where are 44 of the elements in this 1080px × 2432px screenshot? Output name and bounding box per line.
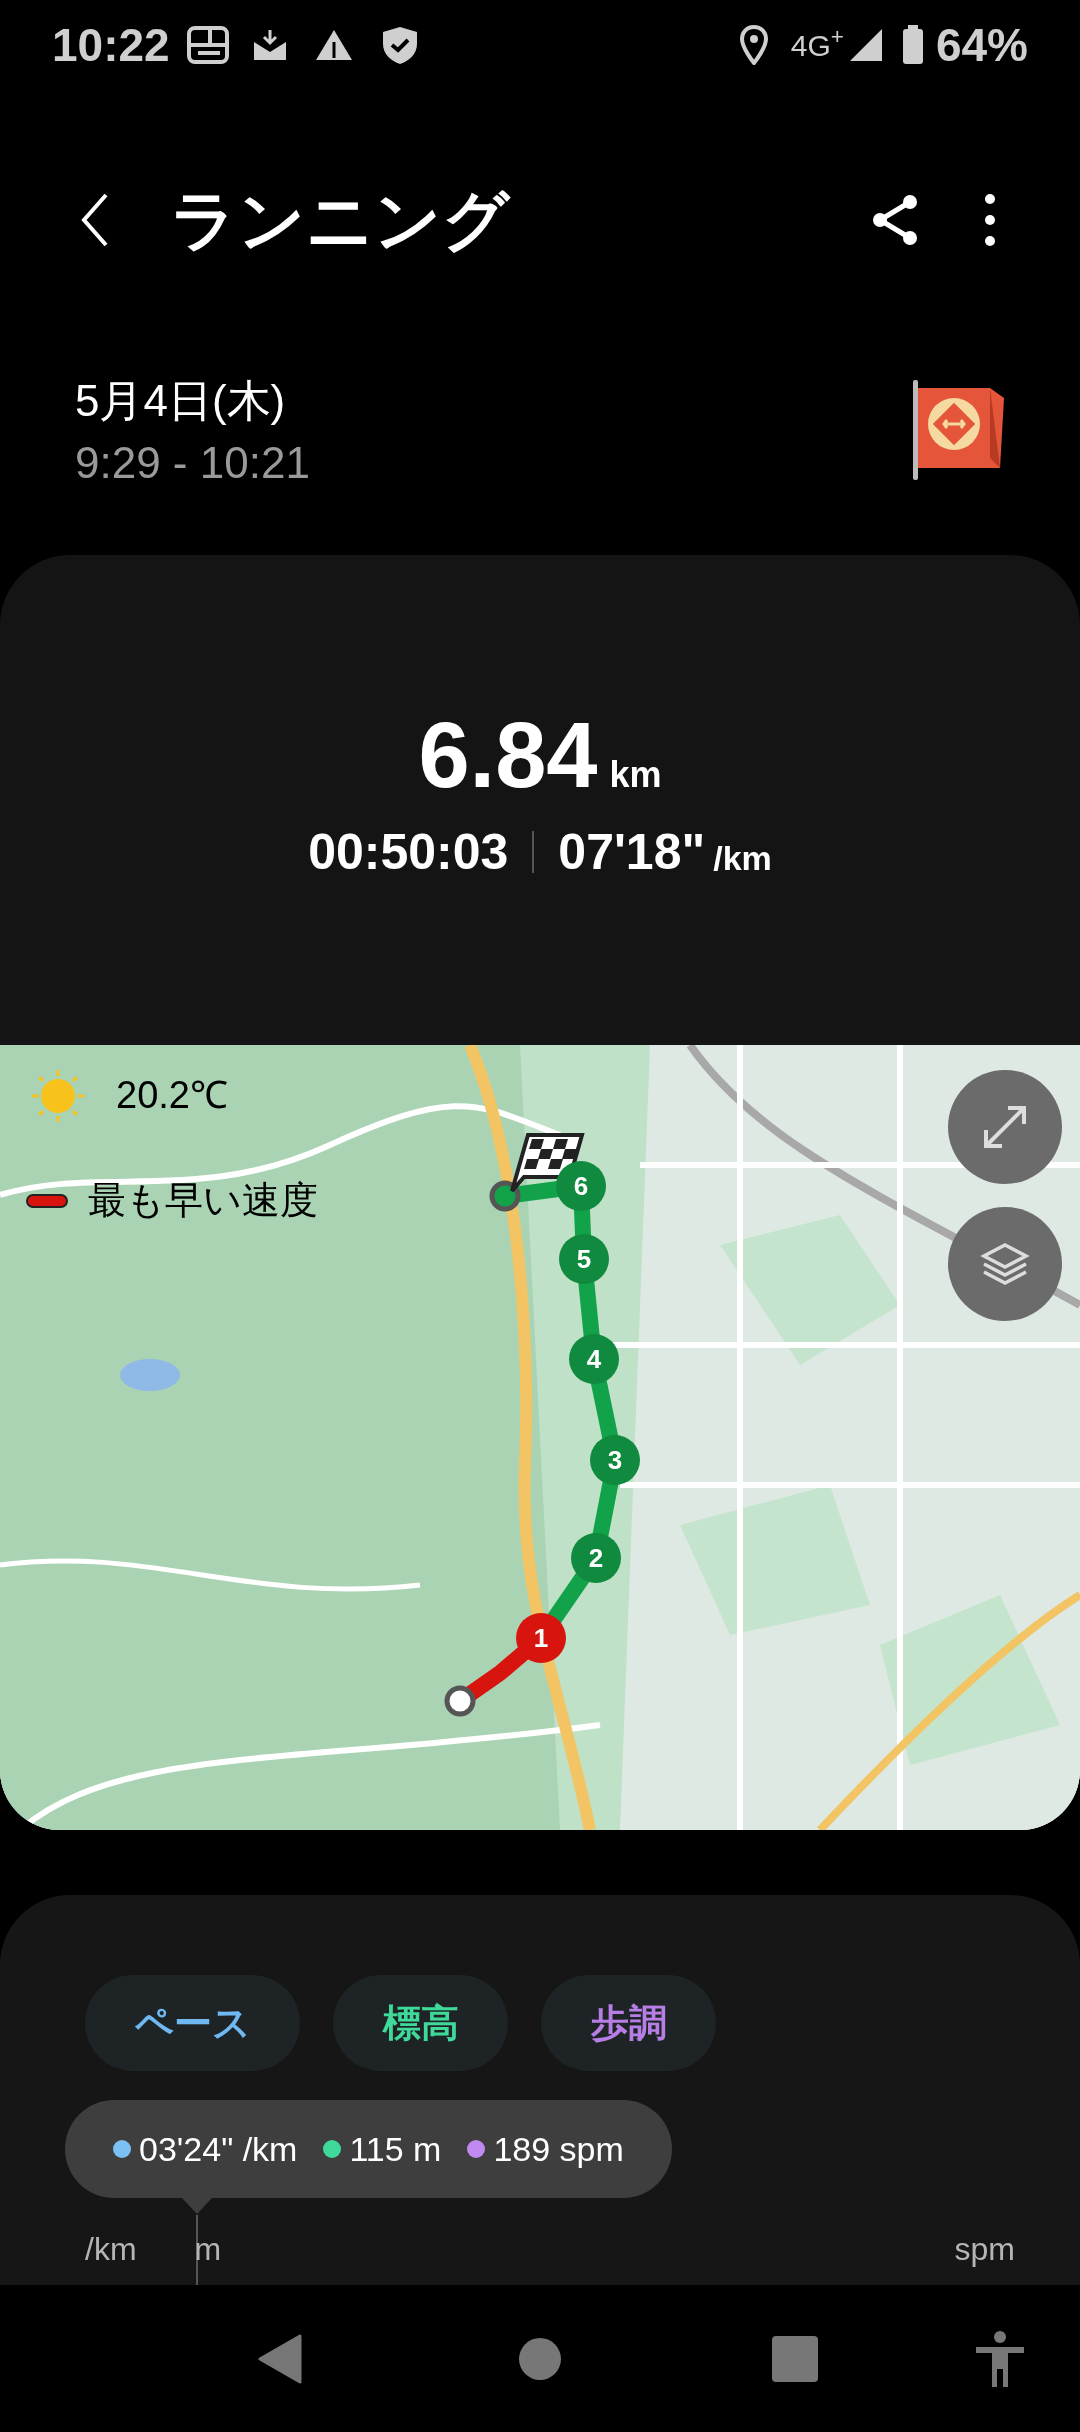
home-circle-icon xyxy=(518,2336,562,2381)
axis-label: /km xyxy=(85,2230,137,2269)
newspaper-icon xyxy=(185,25,230,65)
chart-tab[interactable]: 歩調 xyxy=(541,1975,716,2071)
start-point xyxy=(444,1685,476,1717)
temperature: 20.2℃ xyxy=(116,1073,228,1118)
duration-value: 00:50:03 xyxy=(308,822,509,882)
flag-badge-icon xyxy=(911,380,1007,480)
page-title: ランニング xyxy=(170,181,510,259)
sun-icon xyxy=(30,1067,86,1124)
mail-download-icon xyxy=(251,28,288,62)
end-point xyxy=(489,1180,521,1212)
location-icon xyxy=(738,25,769,65)
distance-value: 6.84 xyxy=(418,703,598,807)
tooltip-value: 03'24" /km xyxy=(139,2128,298,2170)
back-triangle-icon xyxy=(258,2333,302,2384)
tooltip-value: 189 spm xyxy=(493,2128,624,2170)
axis-label: spm xyxy=(954,2230,1015,2269)
accessibility-icon xyxy=(974,2330,1026,2387)
pace-value: 07'18" xyxy=(558,822,706,882)
pace-unit: /km xyxy=(713,837,772,879)
km-marker: 3 xyxy=(590,1435,640,1485)
battery-percent: 64% xyxy=(935,17,1028,73)
recents-square-icon xyxy=(772,2335,818,2382)
network-type: 4G$^{+}$ xyxy=(790,23,844,64)
more-icon xyxy=(984,193,996,247)
legend-label: 最も早い速度 xyxy=(88,1178,318,1223)
battery-icon xyxy=(901,25,924,65)
session-date: 5月4日(木) xyxy=(75,375,287,427)
session-time-range: 9:29 - 10:21 xyxy=(75,437,310,489)
km-marker: 5 xyxy=(559,1234,609,1284)
share-icon xyxy=(870,193,920,247)
km-marker: 2 xyxy=(571,1533,621,1583)
back-icon xyxy=(80,192,110,248)
axis-label: m xyxy=(194,2230,222,2269)
status-time: 10:22 xyxy=(52,17,170,73)
tooltip-value: 115 m xyxy=(349,2128,442,2170)
distance-unit: km xyxy=(609,753,662,797)
chart-tab[interactable]: 標高 xyxy=(333,1975,508,2071)
triangle-icon xyxy=(313,28,354,62)
chart-tab[interactable]: ペース xyxy=(85,1975,300,2071)
km-marker: 1 xyxy=(516,1613,566,1663)
km-marker: 4 xyxy=(569,1334,619,1384)
km-marker: 6 xyxy=(556,1161,606,1211)
